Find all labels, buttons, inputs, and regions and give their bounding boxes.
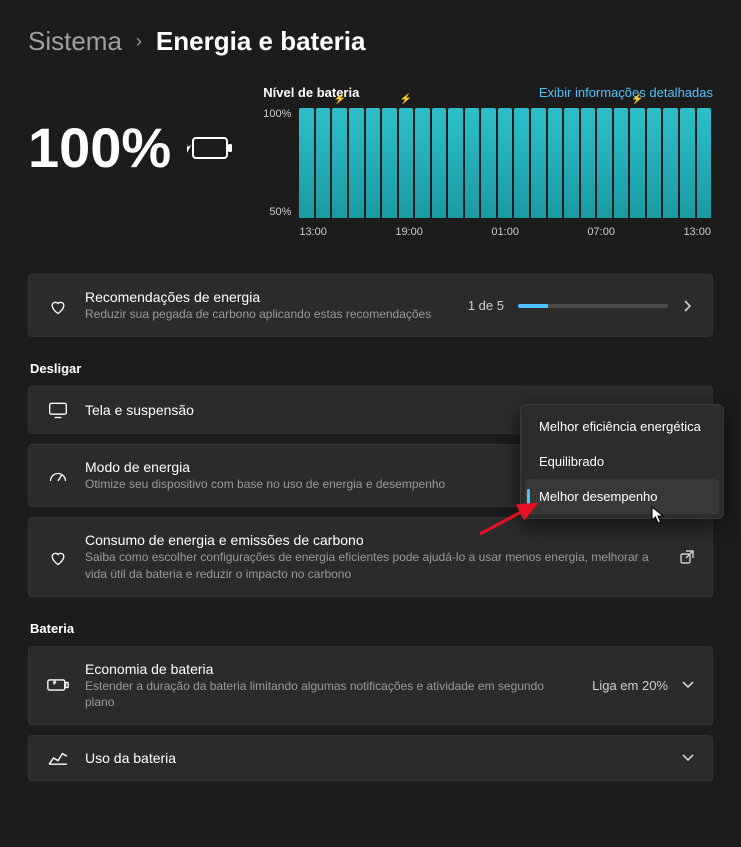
lightning-icon: ⚡ bbox=[400, 94, 412, 105]
card-title: Recomendações de energia bbox=[85, 289, 452, 305]
chart-bar bbox=[316, 108, 331, 218]
battery-percent-display: 100% bbox=[28, 115, 233, 180]
card-energy-carbon[interactable]: Consumo de energia e emissões de carbono… bbox=[28, 517, 713, 596]
usage-chart-icon bbox=[47, 750, 69, 766]
card-battery-saver[interactable]: Economia de bateria Estender a duração d… bbox=[28, 646, 713, 725]
recommendations-counter: 1 de 5 bbox=[468, 298, 504, 313]
chevron-right-icon bbox=[682, 300, 694, 312]
chart-bar bbox=[680, 108, 695, 218]
card-energy-recommendations[interactable]: Recomendações de energia Reduzir sua peg… bbox=[28, 274, 713, 337]
chart-x-label: 01:00 bbox=[491, 226, 519, 238]
battery-percent-value: 100% bbox=[28, 115, 171, 180]
chart-bar bbox=[498, 108, 513, 218]
chart-bar bbox=[382, 108, 397, 218]
dropdown-option-efficiency[interactable]: Melhor eficiência energética bbox=[525, 409, 719, 444]
chart-x-label: 07:00 bbox=[587, 226, 615, 238]
card-title: Economia de bateria bbox=[85, 661, 576, 677]
chart-bar bbox=[697, 108, 712, 218]
breadcrumb-current: Energia e bateria bbox=[156, 26, 366, 57]
chart-bar bbox=[614, 108, 629, 218]
chevron-down-icon bbox=[682, 679, 694, 691]
chart-bar bbox=[465, 108, 480, 218]
card-title: Consumo de energia e emissões de carbono bbox=[85, 532, 664, 548]
chart-x-label: 13:00 bbox=[683, 226, 711, 238]
breadcrumb-parent[interactable]: Sistema bbox=[28, 26, 122, 57]
battery-level-chart: 100% 50% ⚡ ⚡ ⚡ 13:00 19:00 01:00 07:00 13:… bbox=[263, 108, 713, 248]
card-subtitle: Saiba como escolher configurações de ene… bbox=[85, 549, 664, 581]
chart-bar bbox=[514, 108, 529, 218]
battery-saver-icon bbox=[47, 677, 69, 693]
chart-bar bbox=[448, 108, 463, 218]
chart-bar bbox=[597, 108, 612, 218]
section-label-power-off: Desligar bbox=[30, 361, 713, 376]
chart-bar bbox=[481, 108, 496, 218]
chart-bar bbox=[432, 108, 447, 218]
chart-bar bbox=[415, 108, 430, 218]
chart-bar: ⚡ bbox=[332, 108, 347, 218]
chart-y-label: 50% bbox=[263, 206, 291, 218]
chart-x-label: 19:00 bbox=[395, 226, 423, 238]
external-link-icon bbox=[680, 550, 694, 564]
chart-bar bbox=[581, 108, 596, 218]
chart-bar bbox=[663, 108, 678, 218]
chart-bar bbox=[366, 108, 381, 218]
chart-bar: ⚡ bbox=[399, 108, 414, 218]
section-label-battery: Bateria bbox=[30, 621, 713, 636]
dropdown-option-balanced[interactable]: Equilibrado bbox=[525, 444, 719, 479]
recommendations-progress bbox=[518, 304, 668, 308]
chevron-down-icon bbox=[682, 752, 694, 764]
chart-bar bbox=[531, 108, 546, 218]
dropdown-option-performance[interactable]: Melhor desempenho bbox=[525, 479, 719, 514]
chart-bar bbox=[548, 108, 563, 218]
lightning-icon: ⚡ bbox=[631, 94, 643, 105]
leaf-icon bbox=[47, 547, 69, 567]
battery-saver-threshold: Liga em 20% bbox=[592, 678, 668, 693]
chart-y-label: 100% bbox=[263, 108, 291, 120]
battery-charging-icon bbox=[187, 135, 233, 161]
chart-bar bbox=[299, 108, 314, 218]
breadcrumb: Sistema › Energia e bateria bbox=[28, 26, 713, 57]
chart-bar bbox=[647, 108, 662, 218]
chart-bar: ⚡ bbox=[630, 108, 645, 218]
power-mode-dropdown[interactable]: Melhor eficiência energética Equilibrado… bbox=[520, 404, 724, 519]
card-battery-usage[interactable]: Uso da bateria bbox=[28, 735, 713, 781]
lightning-icon: ⚡ bbox=[334, 94, 346, 105]
card-subtitle: Estender a duração da bateria limitando … bbox=[85, 678, 576, 710]
card-title: Uso da bateria bbox=[85, 750, 666, 766]
chart-bar bbox=[564, 108, 579, 218]
monitor-icon bbox=[47, 401, 69, 419]
breadcrumb-separator: › bbox=[136, 31, 142, 52]
chart-bar bbox=[349, 108, 364, 218]
card-subtitle: Reduzir sua pegada de carbono aplicando … bbox=[85, 306, 452, 322]
leaf-heart-icon bbox=[47, 296, 69, 316]
chart-x-label: 13:00 bbox=[299, 226, 327, 238]
chart-detail-link[interactable]: Exibir informações detalhadas bbox=[539, 85, 713, 100]
gauge-icon bbox=[47, 467, 69, 485]
